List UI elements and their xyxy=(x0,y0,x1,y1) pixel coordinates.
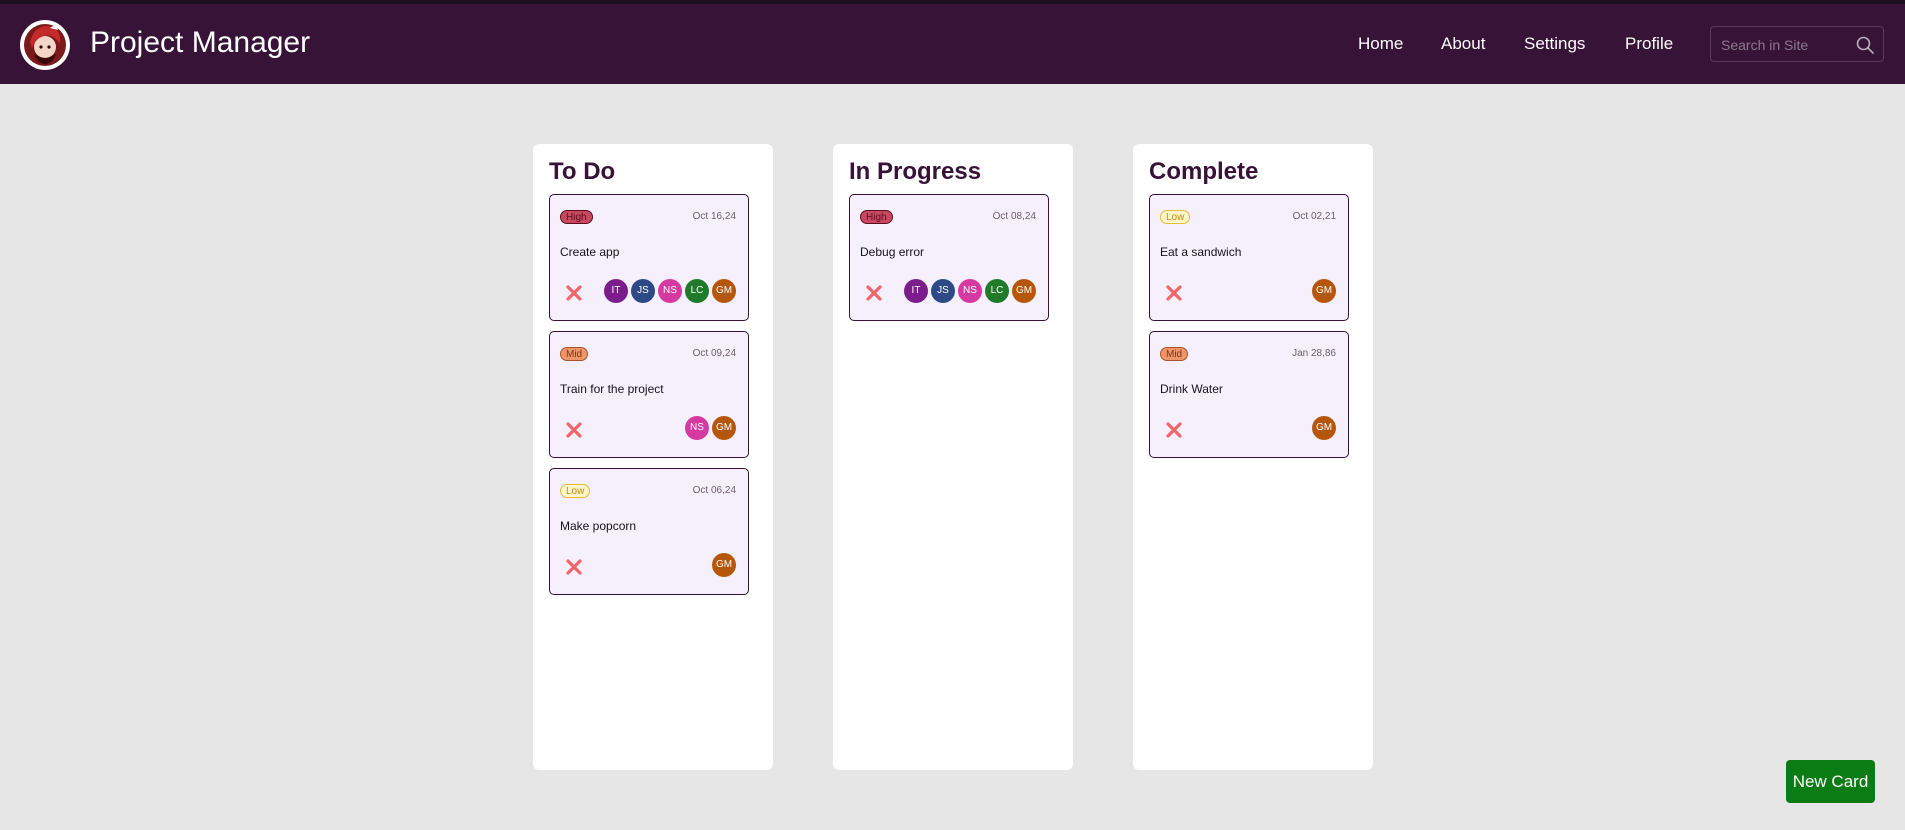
new-card-button[interactable]: New Card xyxy=(1786,760,1875,803)
avatar[interactable]: IT xyxy=(604,279,628,303)
card-date: Jan 28,86 xyxy=(1292,348,1336,359)
close-x-icon[interactable] xyxy=(564,557,584,577)
close-x-icon[interactable] xyxy=(564,420,584,440)
priority-badge: Low xyxy=(560,484,591,498)
nav-home[interactable]: Home xyxy=(1358,34,1403,54)
avatar[interactable]: JS xyxy=(931,279,955,303)
avatar[interactable]: GM xyxy=(1012,279,1036,303)
close-x-icon[interactable] xyxy=(864,283,884,303)
search-icon[interactable] xyxy=(1855,35,1875,60)
column-title: In Progress xyxy=(849,158,982,185)
card-date: Oct 02,21 xyxy=(1292,211,1336,222)
avatar[interactable]: GM xyxy=(1312,279,1336,303)
app-logo[interactable] xyxy=(20,20,70,70)
card-title: Debug error xyxy=(860,245,925,259)
priority-badge: Mid xyxy=(1160,347,1189,361)
card-date: Oct 06,24 xyxy=(692,485,736,496)
assignee-list: GM xyxy=(1312,416,1336,440)
card-title: Train for the project xyxy=(560,382,664,396)
task-card[interactable]: High Oct 08,24 Debug error IT JS NS LC GM xyxy=(849,194,1049,321)
task-card[interactable]: Low Oct 02,21 Eat a sandwich GM xyxy=(1149,194,1349,321)
card-title: Drink Water xyxy=(1160,382,1223,396)
nav-about[interactable]: About xyxy=(1441,34,1485,54)
avatar[interactable]: GM xyxy=(1312,416,1336,440)
avatar[interactable]: IT xyxy=(904,279,928,303)
close-x-icon[interactable] xyxy=(1164,420,1184,440)
assignee-list: GM xyxy=(1312,279,1336,303)
column-title: Complete xyxy=(1149,158,1259,185)
top-navbar: Project Manager Home About Settings Prof… xyxy=(0,4,1905,84)
priority-badge: Low xyxy=(1160,210,1191,224)
search-box xyxy=(1710,26,1884,63)
column-in-progress: In Progress High Oct 08,24 Debug error IT JS… xyxy=(833,144,1073,770)
card-title: Create app xyxy=(560,245,620,259)
card-title: Make popcorn xyxy=(560,519,637,533)
avatar[interactable]: NS xyxy=(958,279,982,303)
card-date: Oct 16,24 xyxy=(692,211,736,222)
avatar[interactable]: GM xyxy=(712,553,736,577)
assignee-list: GM xyxy=(712,553,736,577)
task-card[interactable]: Mid Oct 09,24 Train for the project NS GM xyxy=(549,331,749,458)
nav-settings[interactable]: Settings xyxy=(1524,34,1585,54)
task-card[interactable]: Low Oct 06,24 Make popcorn GM xyxy=(549,468,749,595)
task-card[interactable]: High Oct 16,24 Create app IT JS NS LC GM xyxy=(549,194,749,321)
card-date: Oct 09,24 xyxy=(692,348,736,359)
close-x-icon[interactable] xyxy=(564,283,584,303)
column-title: To Do xyxy=(549,158,616,185)
search-input[interactable] xyxy=(1719,27,1853,63)
avatar[interactable]: JS xyxy=(631,279,655,303)
avatar[interactable]: GM xyxy=(712,416,736,440)
priority-badge: High xyxy=(560,210,593,224)
avatar[interactable]: GM xyxy=(712,279,736,303)
avatar[interactable]: LC xyxy=(985,279,1009,303)
assignee-list: IT JS NS LC GM xyxy=(604,279,736,303)
close-x-icon[interactable] xyxy=(1164,283,1184,303)
task-card[interactable]: Mid Jan 28,86 Drink Water GM xyxy=(1149,331,1349,458)
avatar[interactable]: NS xyxy=(658,279,682,303)
assignee-list: IT JS NS LC GM xyxy=(904,279,1036,303)
column-complete: Complete Low Oct 02,21 Eat a sandwich GM Mid… xyxy=(1133,144,1373,770)
priority-badge: Mid xyxy=(560,347,589,361)
priority-badge: High xyxy=(860,210,893,224)
avatar[interactable]: NS xyxy=(685,416,709,440)
avatar[interactable]: LC xyxy=(685,279,709,303)
card-title: Eat a sandwich xyxy=(1160,245,1242,259)
column-todo: To Do High Oct 16,24 Create app IT JS NS LC GM M… xyxy=(533,144,773,770)
nav-profile[interactable]: Profile xyxy=(1625,34,1673,54)
app-title: Project Manager xyxy=(90,26,311,59)
card-date: Oct 08,24 xyxy=(992,211,1036,222)
assignee-list: NS GM xyxy=(685,416,736,440)
